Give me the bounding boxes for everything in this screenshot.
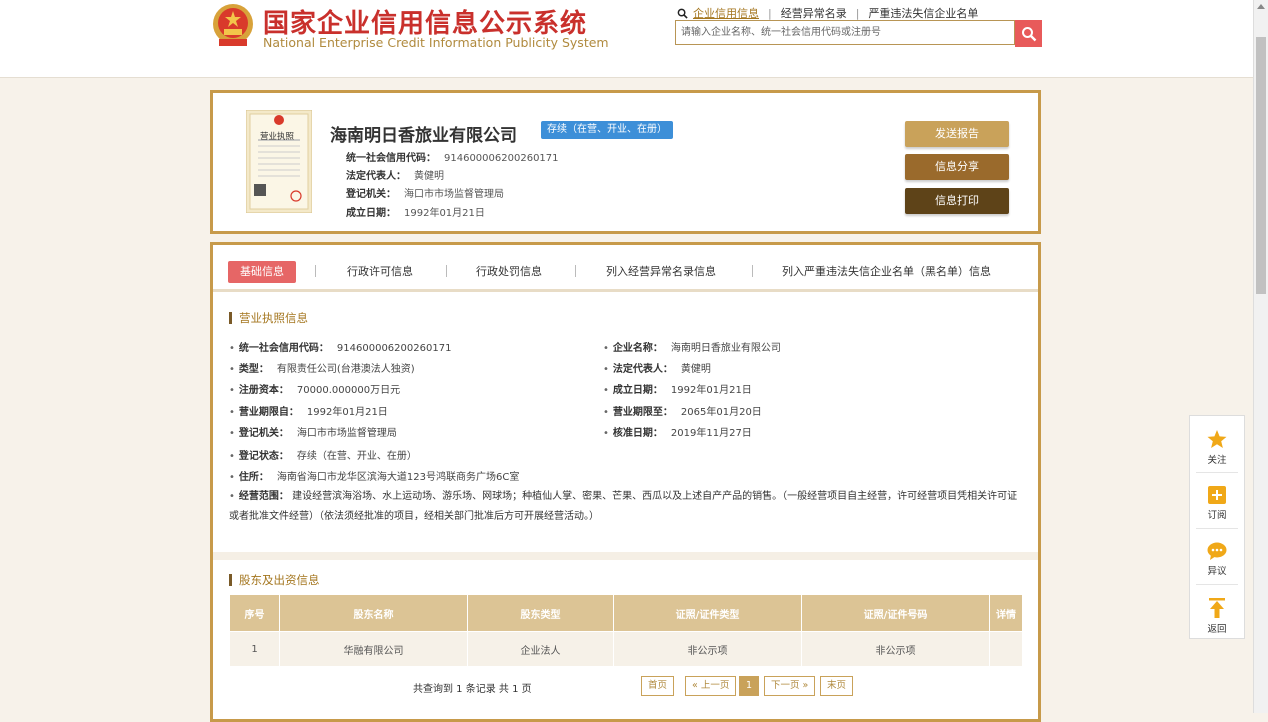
tab-divider — [315, 265, 316, 277]
national-emblem-icon — [213, 4, 253, 46]
subscribe-label: 订阅 — [1207, 510, 1227, 521]
tab-bar: 基础信息 行政许可信息 行政处罚信息 列入经营异常名录信息 列入严重违法失信企业… — [213, 245, 1038, 292]
chat-bubble-icon — [1207, 542, 1227, 560]
field-registered-capital: • 注册资本： 70000.000000万日元 — [229, 385, 401, 396]
floating-action-panel: 关注 订阅 异议 返回 — [1189, 415, 1245, 639]
cell-type: 企业法人 — [467, 631, 614, 667]
section-title-license: 营业执照信息 — [229, 312, 308, 324]
field-establish-date: • 成立日期： 1992年01月21日 — [603, 385, 752, 396]
shareholders-table: 序号 股东名称 股东类型 证照/证件类型 证照/证件号码 详情 1 华融有限公司… — [229, 594, 1023, 667]
search-icon — [1021, 26, 1036, 41]
tab-divider — [575, 265, 576, 277]
subscribe-plus-icon — [1208, 486, 1226, 504]
tab-blacklist[interactable]: 列入严重违法失信企业名单（黑名单）信息 — [782, 261, 991, 283]
pager-info: 共查询到 1 条记录 共 1 页 — [413, 684, 532, 695]
tab-admin-penalty[interactable]: 行政处罚信息 — [476, 261, 542, 283]
tab-admin-license[interactable]: 行政许可信息 — [347, 261, 413, 283]
info-establish-date: 成立日期： 1992年01月21日 — [346, 208, 485, 219]
send-report-button[interactable]: 发送报告 — [905, 121, 1009, 147]
subscribe-button[interactable]: 订阅 — [1190, 472, 1244, 527]
col-header-detail: 详情 — [989, 594, 1023, 632]
table-header-row: 序号 股东名称 股东类型 证照/证件类型 证照/证件号码 详情 — [229, 594, 1023, 632]
field-type: • 类型： 有限责任公司(台港澳法人独资) — [229, 364, 415, 375]
follow-label: 关注 — [1207, 455, 1227, 466]
field-registration-authority: • 登记机关： 海口市市场监督管理局 — [229, 428, 397, 439]
cell-cert-number: 非公示项 — [801, 631, 990, 667]
pager-next[interactable]: 下一页 » — [764, 676, 816, 696]
field-company-name: • 企业名称： 海南明日香旅业有限公司 — [603, 343, 781, 354]
license-caption: 营业执照 — [260, 132, 295, 142]
detail-card: 基础信息 行政许可信息 行政处罚信息 列入经营异常名录信息 列入严重违法失信企业… — [210, 242, 1041, 722]
company-summary-card: 营业执照 海南明日香旅业有限公司 存续（在营、开业、在册） 统一社会信用代码： 9… — [210, 90, 1041, 234]
col-header-index: 序号 — [229, 594, 280, 632]
search-icon — [677, 8, 688, 19]
col-header-cert-type: 证照/证件类型 — [613, 594, 802, 632]
field-business-scope: • 经营范围： 建设经营滨海浴场、水上运动场、游乐场、网球场；种植仙人掌、密果、芒… — [229, 491, 1018, 522]
cell-cert-type: 非公示项 — [613, 631, 802, 667]
field-credit-code: • 统一社会信用代码： 914600006200260171 — [229, 343, 452, 354]
arrow-up-icon — [1209, 598, 1225, 618]
objection-label: 异议 — [1207, 566, 1227, 577]
field-address: • 住所： 海南省海口市龙华区滨海大道123号鸿联商务广场6C室 — [229, 472, 520, 483]
star-icon — [1207, 430, 1227, 448]
field-registration-status: • 登记状态： 存续（在营、开业、在册） — [229, 451, 417, 462]
back-label: 返回 — [1207, 624, 1227, 635]
table-row: 1 华融有限公司 企业法人 非公示项 非公示项 — [229, 631, 1023, 667]
tab-basic-info[interactable]: 基础信息 — [228, 261, 296, 283]
pager-current-page[interactable]: 1 — [739, 676, 760, 696]
share-info-button[interactable]: 信息分享 — [905, 154, 1009, 180]
print-info-button[interactable]: 信息打印 — [905, 188, 1009, 214]
pager-last[interactable]: 末页 — [820, 676, 854, 696]
business-license-image[interactable] — [246, 110, 312, 213]
info-credit-code: 统一社会信用代码： 914600006200260171 — [346, 153, 559, 164]
nav-link-blacklist[interactable]: 严重违法失信企业名单 — [859, 5, 987, 21]
cell-name: 华融有限公司 — [279, 631, 468, 667]
col-header-name: 股东名称 — [279, 594, 468, 632]
search-input[interactable] — [676, 21, 1006, 44]
top-nav: 企业信用信息 | 经营异常名录 | 严重违法失信企业名单 — [677, 5, 987, 21]
field-legal-rep: • 法定代表人： 黄健明 — [603, 364, 711, 375]
field-term-to: • 营业期限至： 2065年01月20日 — [603, 407, 762, 418]
top-header: 国家企业信用信息公示系统 National Enterprise Credit … — [0, 0, 1253, 78]
status-badge: 存续（在营、开业、在册） — [541, 121, 673, 139]
section-separator — [213, 552, 1038, 560]
tab-abnormal-list[interactable]: 列入经营异常名录信息 — [606, 261, 716, 283]
col-header-type: 股东类型 — [467, 594, 614, 632]
section-title-shareholders: 股东及出资信息 — [229, 574, 320, 586]
field-approval-date: • 核准日期： 2019年11月27日 — [603, 428, 752, 439]
field-term-from: • 营业期限自： 1992年01月21日 — [229, 407, 388, 418]
info-legal-rep: 法定代表人： 黄健明 — [346, 171, 444, 182]
page-scrollbar[interactable] — [1253, 0, 1268, 713]
search-box — [675, 20, 1015, 45]
objection-button[interactable]: 异议 — [1190, 528, 1244, 583]
search-button[interactable] — [1015, 20, 1042, 47]
cell-index: 1 — [229, 631, 280, 667]
back-to-top-button[interactable]: 返回 — [1190, 584, 1244, 639]
scroll-thumb[interactable] — [1256, 37, 1266, 294]
tab-divider — [446, 265, 447, 277]
site-subtitle: National Enterprise Credit Information P… — [263, 35, 609, 50]
tab-divider — [752, 265, 753, 277]
company-name: 海南明日香旅业有限公司 — [330, 126, 517, 146]
scroll-up-arrow-icon[interactable] — [1257, 4, 1265, 9]
follow-button[interactable]: 关注 — [1190, 416, 1244, 471]
pager-first[interactable]: 首页 — [641, 676, 675, 696]
nav-link-abnormal-list[interactable]: 经营异常名录 — [772, 5, 856, 21]
cell-detail[interactable] — [989, 631, 1023, 667]
pager-prev[interactable]: « 上一页 — [685, 676, 737, 696]
col-header-cert-number: 证照/证件号码 — [801, 594, 990, 632]
nav-link-credit-info[interactable]: 企业信用信息 — [688, 5, 768, 21]
info-registration-authority: 登记机关： 海口市市场监督管理局 — [346, 189, 504, 200]
